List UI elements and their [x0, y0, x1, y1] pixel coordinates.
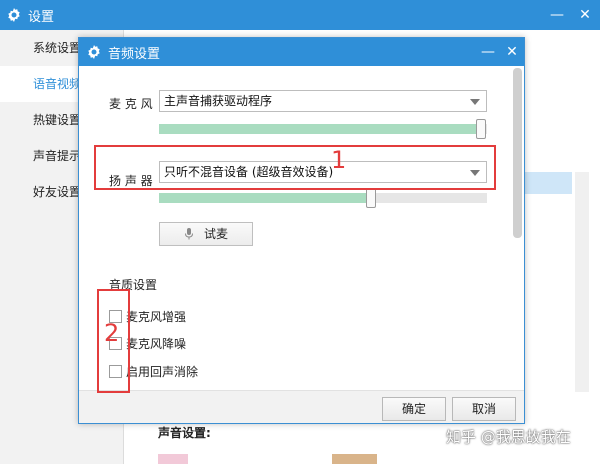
microphone-volume-slider[interactable]	[159, 119, 487, 139]
minimize-icon[interactable]: —	[479, 43, 497, 61]
audio-settings-dialog: 音频设置 — ✕ 麦 克 风 主声音捕获驱动程序 扬 声 器 只听不混音设备 (…	[78, 37, 525, 424]
dialog-title: 音频设置	[108, 46, 161, 62]
minimize-icon[interactable]: —	[548, 6, 566, 24]
mic-boost-label: 麦克风增强	[126, 309, 187, 324]
sidebar-item-label: 好友设置	[33, 185, 82, 199]
watermark: 知乎 @我思故我在	[446, 428, 571, 446]
background-scrollbar[interactable]	[575, 172, 589, 392]
chevron-down-icon	[470, 99, 480, 105]
dialog-scrollbar-thumb[interactable]	[513, 68, 522, 238]
echo-cancellation-label: 启用回声消除	[126, 364, 199, 379]
microphone-select[interactable]: 主声音捕获驱动程序	[159, 90, 487, 112]
close-icon[interactable]: ✕	[576, 6, 594, 24]
sidebar-item-label: 热键设置	[33, 113, 82, 127]
dialog-footer: 确定 取消	[79, 390, 524, 423]
microphone-volume-handle[interactable]	[476, 119, 486, 139]
cancel-button-label: 取消	[471, 402, 496, 416]
speaker-volume-slider[interactable]	[159, 188, 487, 208]
dialog-scrollbar[interactable]	[513, 68, 523, 388]
annotation-box-1	[94, 145, 496, 190]
close-icon[interactable]: ✕	[503, 43, 521, 61]
background-thumbnail	[332, 454, 377, 464]
gear-icon	[88, 45, 100, 59]
test-mic-label: 试麦	[203, 227, 228, 241]
background-thumbnail	[158, 454, 188, 464]
background-header-strip	[525, 172, 572, 194]
speaker-volume-handle[interactable]	[366, 188, 376, 208]
sidebar-item-label: 系统设置	[33, 41, 82, 55]
gear-icon	[8, 8, 20, 22]
sidebar-item-label: 声音提示	[33, 149, 82, 163]
annotation-number-1: 1	[331, 146, 347, 174]
microphone-label: 麦 克 风	[109, 97, 153, 111]
annotation-number-2: 2	[104, 319, 120, 347]
settings-window-titlebar: 设置 — ✕	[0, 0, 600, 30]
sidebar-item-label: 语音视频	[33, 77, 82, 91]
cancel-button[interactable]: 取消	[452, 397, 516, 421]
noise-suppression-label: 麦克风降噪	[126, 336, 187, 351]
dialog-titlebar: 音频设置 — ✕	[79, 38, 524, 66]
speaker-volume-fill	[159, 193, 367, 203]
ok-button-label: 确定	[401, 402, 426, 416]
window-title: 设置	[28, 9, 55, 25]
sound-settings-label: 声音设置:	[158, 426, 211, 440]
microphone-volume-fill	[159, 124, 477, 134]
ok-button[interactable]: 确定	[382, 397, 446, 421]
microphone-icon	[184, 228, 193, 240]
microphone-select-value: 主声音捕获驱动程序	[164, 94, 273, 108]
test-mic-button[interactable]: 试麦	[159, 222, 253, 246]
